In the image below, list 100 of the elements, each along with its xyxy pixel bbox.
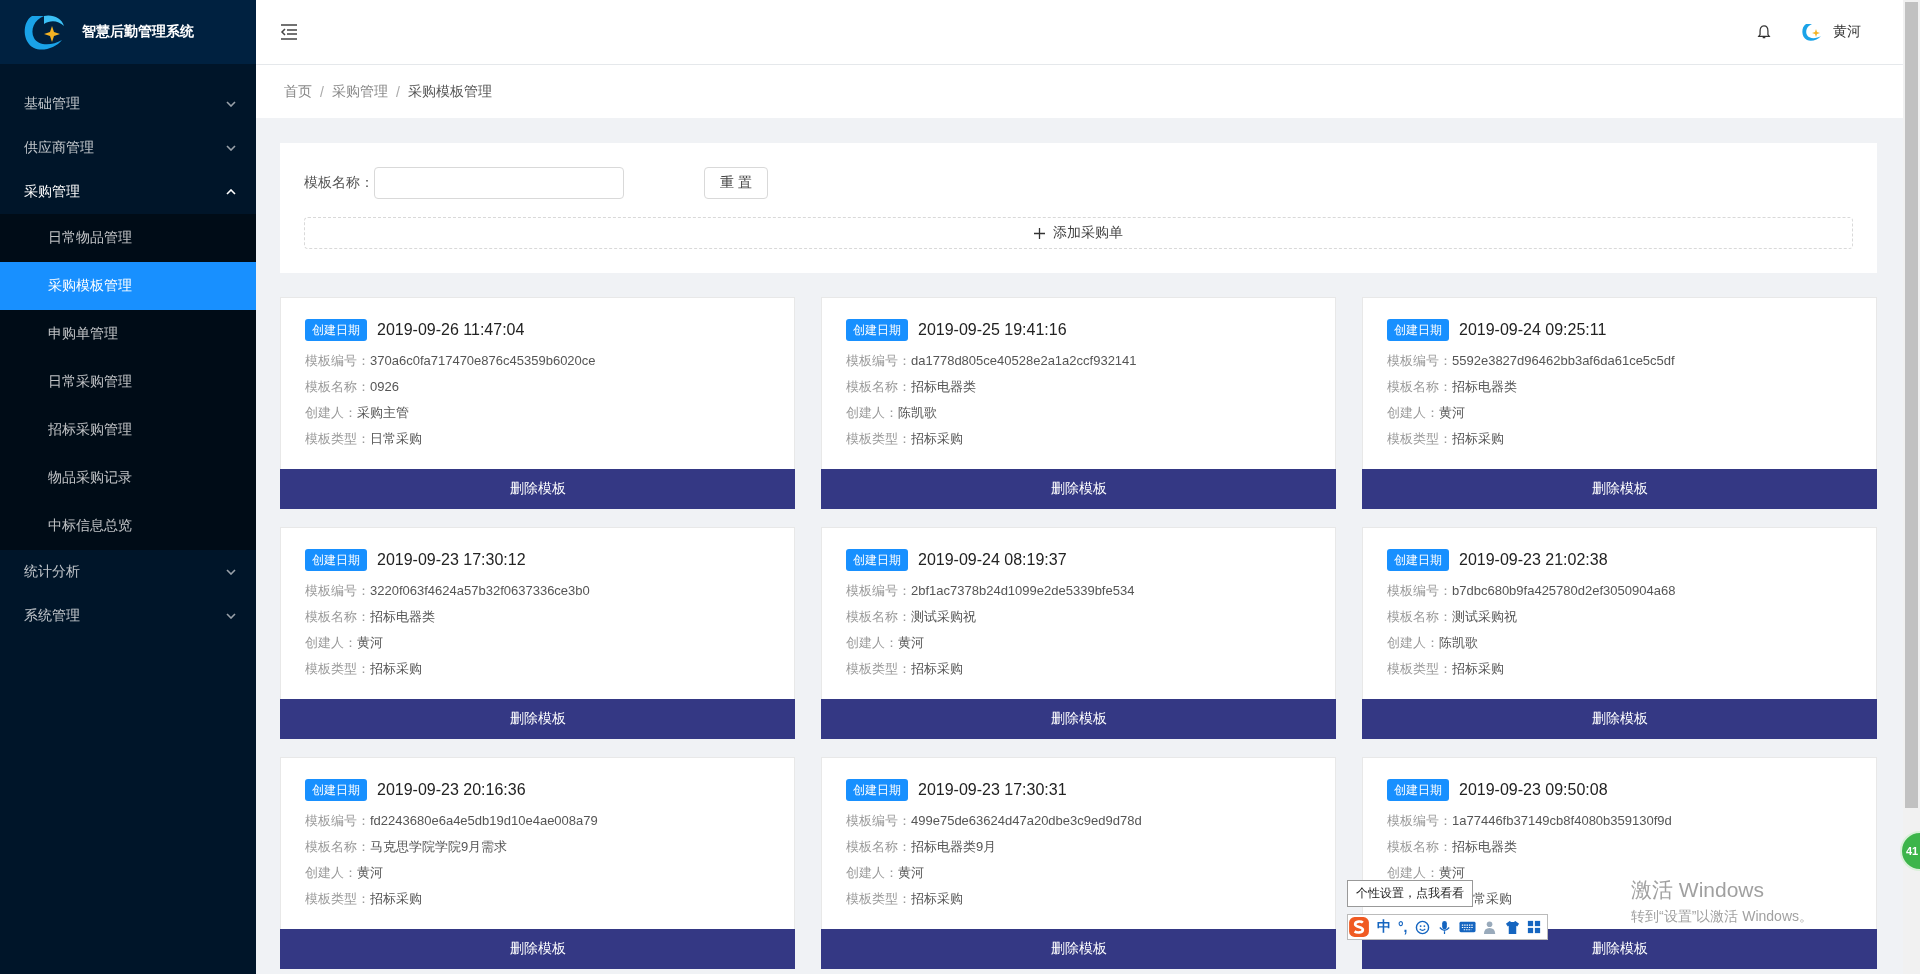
field-label: 创建人： xyxy=(1387,404,1439,422)
created-date: 2019-09-23 20:16:36 xyxy=(377,781,526,799)
field-value: 2bf1ac7378b24d1099e2de5339bfe534 xyxy=(911,582,1135,600)
created-date: 2019-09-24 09:25:11 xyxy=(1459,321,1607,339)
field-value: 招标采购 xyxy=(1452,660,1504,678)
field-value: 黄河 xyxy=(898,634,924,652)
field-label: 模板编号： xyxy=(846,352,911,370)
field-value: 招标采购 xyxy=(1452,430,1504,448)
field-value: 招标电器类9月 xyxy=(911,838,997,856)
date-tag: 创建日期 xyxy=(305,549,367,571)
date-tag: 创建日期 xyxy=(846,549,908,571)
field-value: 采购主管 xyxy=(357,404,409,422)
activation-notice-text: 转到“设置”以激活 Windows。 xyxy=(1631,908,1813,926)
delete-template-button[interactable]: 删除模板 xyxy=(821,699,1336,739)
menu-item[interactable]: 统计分析 xyxy=(0,550,256,594)
field-label: 创建人： xyxy=(305,864,357,882)
field-label: 模板类型： xyxy=(1387,660,1452,678)
menu-item[interactable]: 系统管理 xyxy=(0,594,256,638)
field-value: da1778d805ce40528e2a1a2ccf932141 xyxy=(911,352,1137,370)
date-tag: 创建日期 xyxy=(1387,549,1449,571)
field-label: 模板编号： xyxy=(305,352,370,370)
delete-template-button[interactable]: 删除模板 xyxy=(280,699,795,739)
field-label: 模板编号： xyxy=(305,812,370,830)
delete-template-button[interactable]: 删除模板 xyxy=(1362,469,1877,509)
scrollbar[interactable] xyxy=(1903,0,1920,974)
bell-icon[interactable] xyxy=(1757,24,1771,40)
submenu-item[interactable]: 申购单管理 xyxy=(0,310,256,358)
created-date: 2019-09-23 09:50:08 xyxy=(1459,781,1608,799)
keyboard-icon[interactable] xyxy=(1458,921,1476,933)
field-label: 模板编号： xyxy=(1387,582,1452,600)
created-date: 2019-09-26 11:47:04 xyxy=(377,321,525,339)
date-tag: 创建日期 xyxy=(1387,779,1449,801)
field-value: 0926 xyxy=(370,378,399,396)
field-label: 模板编号： xyxy=(846,812,911,830)
field-label: 创建人： xyxy=(846,404,898,422)
field-value: 3220f063f4624a57b32f0637336ce3b0 xyxy=(370,582,590,600)
submenu-item[interactable]: 日常采购管理 xyxy=(0,358,256,406)
submenu-item[interactable]: 物品采购记录 xyxy=(0,454,256,502)
date-tag: 创建日期 xyxy=(1387,319,1449,341)
menu-item[interactable]: 采购管理 xyxy=(0,170,256,214)
field-value: 招标采购 xyxy=(370,660,422,678)
field-label: 模板编号： xyxy=(846,582,911,600)
submenu-item[interactable]: 招标采购管理 xyxy=(0,406,256,454)
delete-template-button[interactable]: 删除模板 xyxy=(280,469,795,509)
ime-logo-icon[interactable] xyxy=(1348,916,1370,938)
field-label: 模板名称： xyxy=(846,608,911,626)
breadcrumb-separator: / xyxy=(395,83,400,100)
field-value: 黄河 xyxy=(357,864,383,882)
field-label: 创建人： xyxy=(305,634,357,652)
field-label: 模板类型： xyxy=(846,660,911,678)
activation-notice-title: 激活 Windows xyxy=(1631,877,1766,903)
created-date: 2019-09-23 17:30:31 xyxy=(918,781,1067,799)
field-value: 招标电器类 xyxy=(370,608,435,626)
user-name[interactable]: 黄河 xyxy=(1833,23,1861,41)
breadcrumb-link[interactable]: 采购管理 xyxy=(331,82,388,101)
scrollbar-thumb[interactable] xyxy=(1905,2,1918,808)
app-title: 智慧后勤管理系统 xyxy=(82,23,194,41)
delete-template-button[interactable]: 删除模板 xyxy=(821,469,1336,509)
menu-fold-icon[interactable] xyxy=(280,24,298,40)
submenu-item[interactable]: 日常物品管理 xyxy=(0,214,256,262)
created-date: 2019-09-23 17:30:12 xyxy=(377,551,526,569)
field-value: 测试采购祝 xyxy=(911,608,976,626)
menu-item[interactable]: 供应商管理 xyxy=(0,126,256,170)
delete-template-button[interactable]: 删除模板 xyxy=(821,929,1336,969)
field-label: 模板名称： xyxy=(305,378,370,396)
field-label: 模板名称： xyxy=(305,608,370,626)
created-date: 2019-09-24 08:19:37 xyxy=(918,551,1067,569)
field-value: 黄河 xyxy=(1439,404,1465,422)
field-value: 黄河 xyxy=(898,864,924,882)
shirt-icon[interactable] xyxy=(1504,919,1520,935)
field-value: 招标电器类 xyxy=(1452,838,1517,856)
field-value: 招标电器类 xyxy=(911,378,976,396)
field-value: 499e75de63624d47a20dbe3c9ed9d78d xyxy=(911,812,1142,830)
template-name-field[interactable] xyxy=(374,167,624,199)
field-label: 模板名称： xyxy=(1387,838,1452,856)
breadcrumb-separator: / xyxy=(320,83,324,100)
field-value: 5592e3827d96462bb3af6da61ce5c5df xyxy=(1452,352,1675,370)
field-label: 模板编号： xyxy=(305,582,370,600)
chevron-down-icon xyxy=(226,145,236,151)
smiley-icon[interactable] xyxy=(1414,919,1430,935)
field-label: 模板类型： xyxy=(305,430,370,448)
breadcrumb-link[interactable]: 首页 xyxy=(284,82,312,101)
delete-template-button[interactable]: 删除模板 xyxy=(280,929,795,969)
date-tag: 创建日期 xyxy=(846,779,908,801)
field-value: 日常采购 xyxy=(370,430,422,448)
field-value: 1a77446fb37149cb8f4080b359130f9d xyxy=(1452,812,1672,830)
reset-button[interactable]: 重 置 xyxy=(704,167,768,199)
grid-icon[interactable] xyxy=(1526,920,1541,934)
date-tag: 创建日期 xyxy=(305,319,367,341)
field-label: 创建人： xyxy=(846,864,898,882)
submenu-item[interactable]: 中标信息总览 xyxy=(0,502,256,550)
field-value: 招标采购 xyxy=(911,890,963,908)
field-label: 模板类型： xyxy=(846,890,911,908)
field-label: 模板类型： xyxy=(305,890,370,908)
field-value: 370a6c0fa717470e876c45359b6020ce xyxy=(370,352,596,370)
field-value: 马克思学院学院9月需求 xyxy=(370,838,508,856)
delete-template-button[interactable]: 删除模板 xyxy=(1362,699,1877,739)
add-order-button[interactable]: 添加采购单 xyxy=(304,217,1853,249)
field-value: fd2243680e6a4e5db19d10e4ae008a79 xyxy=(370,812,598,830)
menu-item[interactable]: 基础管理 xyxy=(0,82,256,126)
